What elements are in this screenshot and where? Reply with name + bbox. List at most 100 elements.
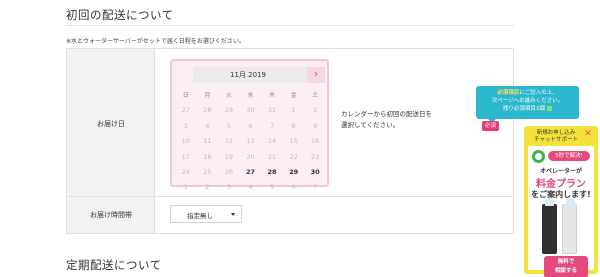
delivery-note: ※水とウォーターサーバーがセットで届く日程をお選びください。 <box>66 38 245 45</box>
delivery-date-header: お届け日 <box>67 49 155 196</box>
calendar-day-disabled: 1 <box>291 106 296 115</box>
tooltip-remaining-unit: 個 <box>539 106 546 112</box>
chat-banner[interactable]: 5秒で解決! オペレーターが 料金プラン をご案内します! 無料で 相談する <box>528 146 594 277</box>
calendar-week-row: 17 18 19 20 21 22 23 <box>175 150 326 165</box>
tooltip-required-label: 必須項目 <box>497 90 520 96</box>
calendar-day-disabled: 5 <box>226 121 231 130</box>
free-consult-button[interactable]: 無料で 相談する <box>544 256 588 277</box>
chat-headline-3: をご案内します! <box>531 190 591 199</box>
calendar-day-disabled: 30 <box>246 106 255 115</box>
calendar-week-row: 27 28 29 30 31 1 2 <box>175 103 326 118</box>
status-dot-icon <box>547 106 553 111</box>
calendar-weekday: 日 <box>182 92 189 99</box>
calendar-day-disabled: 6 <box>248 121 253 130</box>
section-title-first-delivery: 初回の配送について <box>66 8 174 22</box>
delivery-time-header: お届け時間帯 <box>67 197 155 233</box>
calendar-day-available[interactable]: 27 <box>240 165 262 180</box>
calendar-day-disabled: 27 <box>181 106 190 115</box>
chat-speed-badge: 5秒で解決! <box>548 151 590 161</box>
calendar-day-disabled: 26 <box>224 167 234 176</box>
calendar-day-disabled: 17 <box>181 152 190 161</box>
calendar-day-disabled: 6 <box>291 183 296 192</box>
instruction-line: カレンダーから初回の配送日を <box>341 110 432 118</box>
water-bottle-icon <box>566 199 575 207</box>
tooltip-remaining-label: 残り必須項目 <box>502 106 536 112</box>
calendar-instruction: カレンダーから初回の配送日を 選択してください。 <box>341 109 432 131</box>
calendar-grid: 日月火水木金土 27 28 29 30 31 1 2 3 4 5 6 7 8 9 10 11 12 13 14 15 16… <box>175 88 326 196</box>
calendar-week-row: 3 4 5 6 7 8 9 <box>175 119 326 134</box>
calendar-day-disabled: 2 <box>205 183 210 192</box>
calendar-day-disabled: 9 <box>313 121 318 130</box>
calendar-day-disabled: 11 <box>203 137 212 146</box>
calendar-day-disabled: 24 <box>181 167 190 176</box>
delivery-time-label: お届け時間帯 <box>90 211 132 219</box>
chat-title-line: チャットサポート <box>534 137 578 143</box>
calendar-week-row: 24 25 26 27 28 29 30 <box>175 165 326 180</box>
calendar-day-disabled: 14 <box>267 137 277 146</box>
chat-title: 新規お申し込み チャットサポート <box>526 130 586 144</box>
tooltip-line-1: 必須項目にご記入の上、 <box>476 89 579 97</box>
calendar-day-available[interactable]: 29 <box>283 165 305 180</box>
chat-headline-1: オペレーターが <box>539 168 582 175</box>
chat-support-widget: 新規お申し込み チャットサポート ✕ 5秒で解決! オペレーターが 料金プラン … <box>524 126 598 277</box>
calendar-day-disabled: 3 <box>183 121 188 130</box>
delivery-form-table: お届け日 11月 2019 › 日月火水木金土 27 28 29 30 31 1 2 3 4 5 6 7… <box>66 48 514 234</box>
calendar-day-available[interactable]: 30 <box>304 165 326 180</box>
chat-headline-2: 料金プラン <box>536 179 586 190</box>
tooltip-line-3: 残り必須項目1個 <box>476 105 579 113</box>
calendar-day-disabled: 5 <box>269 183 275 192</box>
section-title-regular-delivery: 定期配送について <box>66 258 162 272</box>
calendar-day-disabled: 7 <box>313 183 318 192</box>
calendar-day-disabled: 4 <box>205 121 210 130</box>
calendar-day-disabled: 8 <box>291 121 296 130</box>
water-bottle-icon <box>545 198 554 206</box>
calendar-day-disabled: 7 <box>269 121 275 130</box>
calendar-day-disabled: 13 <box>246 137 255 146</box>
calendar-day-disabled: 18 <box>203 152 212 161</box>
chevron-down-icon <box>231 213 235 216</box>
calendar-day-disabled: 21 <box>267 152 277 161</box>
calendar-header: 11月 2019 › <box>193 67 325 83</box>
calendar-day-disabled: 12 <box>224 137 234 146</box>
calendar-day-disabled: 22 <box>289 152 298 161</box>
title-divider <box>66 25 514 26</box>
calendar-day-disabled: 10 <box>181 137 190 146</box>
calendar-day-disabled: 28 <box>203 106 212 115</box>
delivery-calendar: 11月 2019 › 日月火水木金土 27 28 29 30 31 1 2 3 4 5 6 7 8 9 10 1… <box>170 59 329 191</box>
calendar-weekday: 火 <box>225 92 232 99</box>
delivery-time-select[interactable]: 指定無し <box>170 205 242 223</box>
calendar-day-disabled: 25 <box>203 167 212 176</box>
calendar-weekday-row: 日月火水木金土 <box>175 88 326 103</box>
calendar-day-disabled: 1 <box>183 183 188 192</box>
water-server-black-image <box>542 198 557 254</box>
calendar-day-disabled: 16 <box>311 137 320 146</box>
calendar-day-disabled: 3 <box>226 183 231 192</box>
calendar-day-disabled: 20 <box>246 152 255 161</box>
consult-button-line: 相談する <box>554 268 577 274</box>
consult-button-line: 無料で <box>557 259 575 265</box>
delivery-date-row: お届け日 11月 2019 › 日月火水木金土 27 28 29 30 31 1 2 3 4 5 6 7… <box>67 49 513 197</box>
close-icon[interactable]: ✕ <box>584 129 592 139</box>
delivery-time-row: お届け時間帯 指定無し <box>67 197 513 233</box>
delivery-date-label: お届け日 <box>97 120 125 128</box>
required-badge: 必須 <box>482 121 499 131</box>
calendar-next-button[interactable]: › <box>307 67 325 83</box>
calendar-weekday: 木 <box>269 92 276 99</box>
calendar-weekday: 土 <box>312 92 319 99</box>
instruction-line: 選択してください。 <box>341 121 400 129</box>
calendar-day-disabled: 2 <box>313 106 318 115</box>
calendar-day-disabled: 31 <box>267 106 277 115</box>
calendar-day-available[interactable]: 28 <box>261 165 283 180</box>
tooltip-line-1-rest: にご記入の上、 <box>519 90 558 96</box>
calendar-day-disabled: 23 <box>311 152 320 161</box>
calendar-weekday: 金 <box>290 92 297 99</box>
tooltip-line-2: 次ページへお進みください。 <box>491 98 564 104</box>
chat-title-line: 新規お申し込み <box>536 130 576 136</box>
calendar-weekday: 水 <box>247 92 254 99</box>
water-server-white-image <box>562 199 577 254</box>
calendar-day-disabled: 19 <box>224 152 234 161</box>
delivery-time-selected: 指定無し <box>187 212 213 220</box>
calendar-month-label: 11月 2019 <box>230 71 266 79</box>
calendar-week-row: 1 2 3 4 5 6 7 <box>175 180 326 195</box>
calendar-day-disabled: 4 <box>248 183 253 192</box>
